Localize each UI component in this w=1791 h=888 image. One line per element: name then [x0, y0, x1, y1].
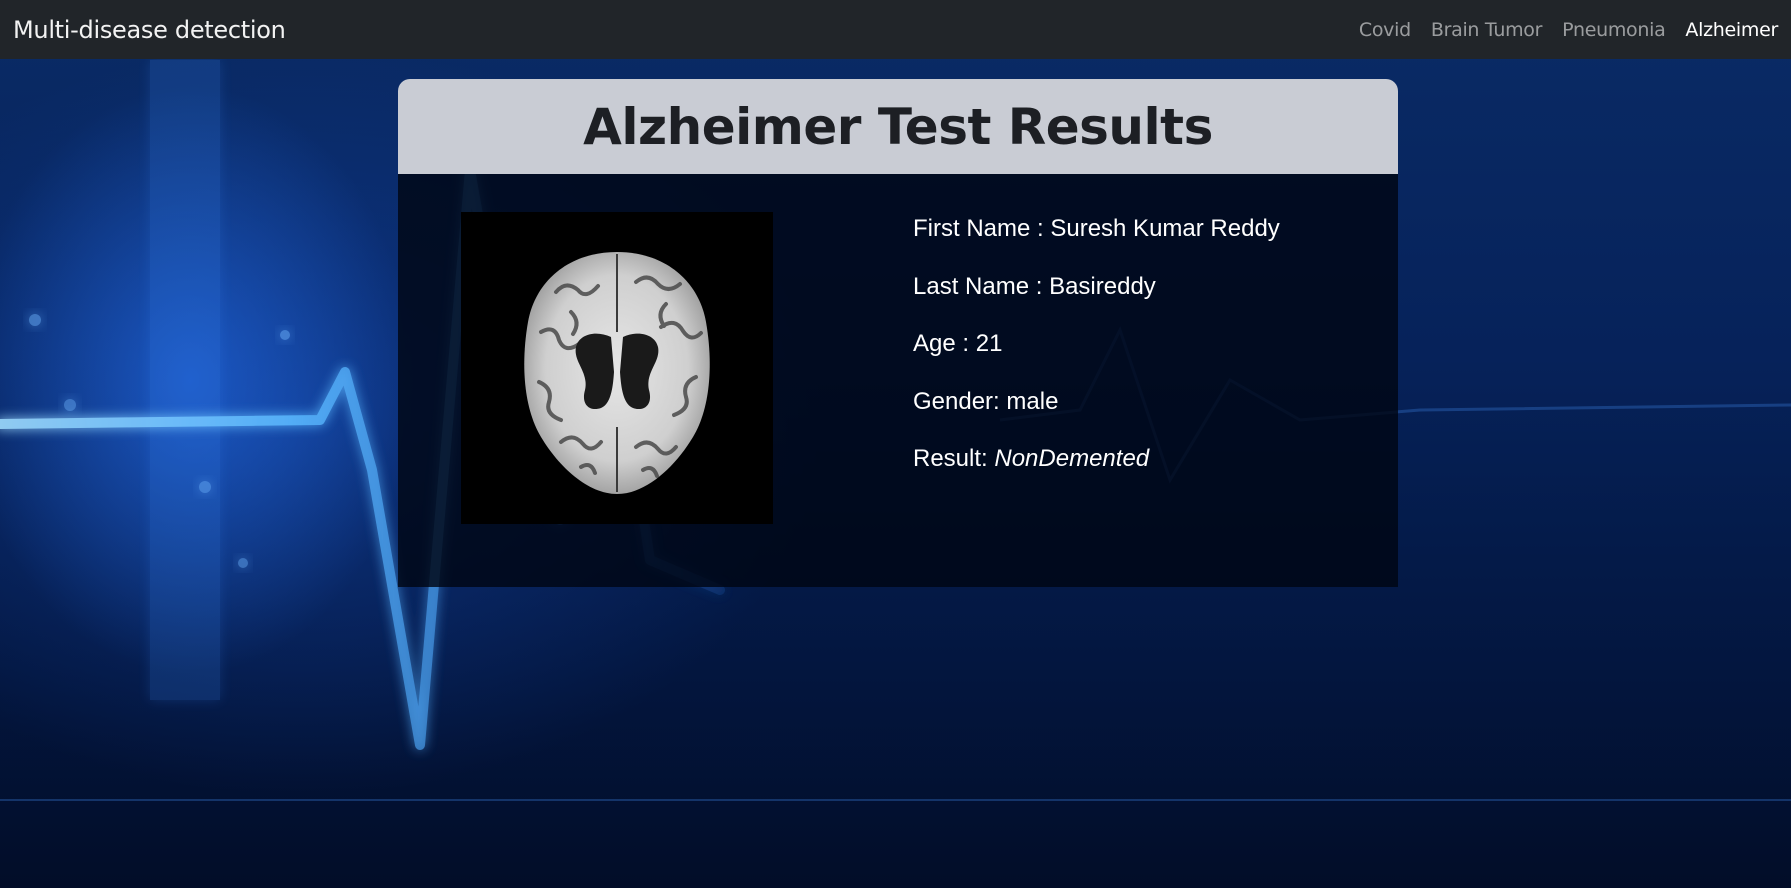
result-value: NonDemented: [994, 445, 1150, 472]
nav-link-pneumonia[interactable]: Pneumonia: [1562, 19, 1666, 41]
results-card-body: First Name : Suresh Kumar Reddy Last Nam…: [398, 174, 1398, 587]
nav-link-brain-tumor[interactable]: Brain Tumor: [1431, 19, 1543, 41]
patient-info: First Name : Suresh Kumar Reddy Last Nam…: [913, 212, 1280, 500]
top-navbar: Multi-disease detection Covid Brain Tumo…: [0, 0, 1791, 59]
brand-title[interactable]: Multi-disease detection: [13, 16, 286, 44]
results-card-header: Alzheimer Test Results: [398, 79, 1398, 174]
gender-label: Gender:: [913, 387, 1007, 415]
nav-link-alzheimer[interactable]: Alzheimer: [1685, 19, 1778, 41]
nav-links: Covid Brain Tumor Pneumonia Alzheimer: [1359, 19, 1778, 41]
page-title: Alzheimer Test Results: [583, 97, 1213, 156]
result-label: Result:: [913, 445, 995, 472]
results-card: Alzheimer Test Results First Name: Sure…: [398, 79, 1398, 587]
age-value: 21: [975, 330, 1003, 357]
age-label: Age :: [913, 330, 976, 357]
last-name-row: Last Name : Basireddy: [913, 270, 1280, 328]
gender-row: Gender: male: [913, 385, 1280, 443]
brain-mri-image: [461, 212, 773, 524]
age-row: Age : 21: [913, 327, 1280, 385]
first-name-label: First Name :: [913, 215, 1051, 242]
brain-scan-illustration: [524, 252, 710, 494]
first-name-row: First Name : Suresh Kumar Reddy: [913, 212, 1280, 270]
first-name-value: Suresh Kumar Reddy: [1050, 215, 1280, 242]
gender-value: male: [1006, 387, 1059, 415]
last-name-value: Basireddy: [1049, 272, 1156, 300]
last-name-label: Last Name :: [913, 272, 1050, 300]
nav-link-covid[interactable]: Covid: [1359, 19, 1411, 41]
result-row: Result: NonDemented: [913, 442, 1280, 500]
